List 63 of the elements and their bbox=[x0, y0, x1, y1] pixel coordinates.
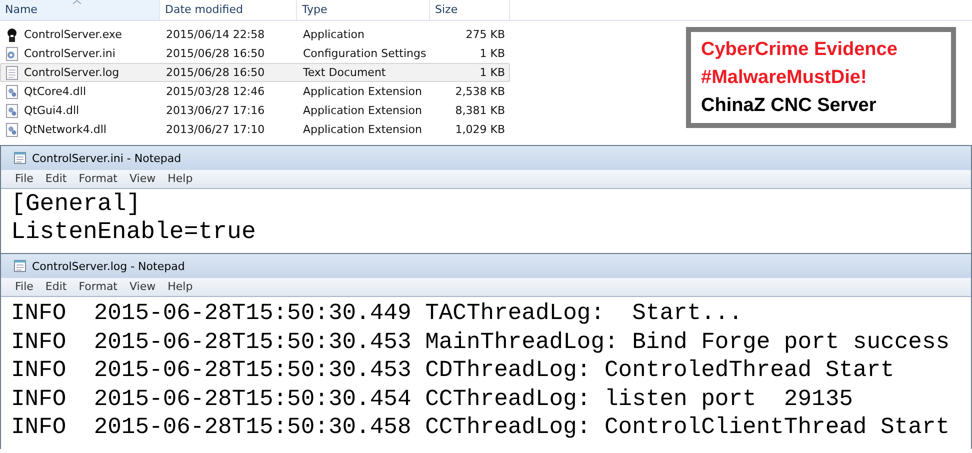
file-name: ControlServer.log bbox=[24, 66, 120, 79]
text-line: INFO 2015-06-28T15:50:30.453 MainThreadLog: Bind Forge port success bbox=[11, 328, 950, 356]
text-line: INFO 2015-06-28T15:50:30.458 CCThreadLog: ControlClientThread Start bbox=[11, 413, 950, 442]
file-row[interactable]: QtCore4.dll 2015/03/28 12:46 Application Extension 2,538 KB bbox=[0, 82, 510, 101]
gear-document-icon bbox=[4, 122, 20, 138]
text-line: ListenEnable=true bbox=[11, 219, 256, 247]
banner-text: #MalwareMustDie! bbox=[701, 66, 868, 90]
gear-document-icon bbox=[4, 84, 20, 100]
file-row[interactable]: ControlServer.ini 2015/06/28 16:50 Configuration Settings 1 KB bbox=[0, 44, 510, 63]
file-date: 2015/06/28 16:50 bbox=[165, 47, 266, 60]
window-title: ControlServer.log - Notepad bbox=[32, 260, 185, 272]
menu-item[interactable]: View bbox=[124, 278, 162, 296]
file-type: Application Extension bbox=[302, 85, 423, 98]
notepad-icon bbox=[13, 151, 27, 165]
menu-item[interactable]: Edit bbox=[39, 170, 73, 188]
file-type: Application bbox=[302, 28, 366, 41]
file-name: ControlServer.exe bbox=[24, 28, 122, 41]
file-date: 2015/03/28 12:46 bbox=[165, 85, 266, 98]
text-line: INFO 2015-06-28T15:50:30.453 CDThreadLog: ControledThread Start bbox=[11, 356, 894, 384]
file-date: 2013/06/27 17:16 bbox=[165, 104, 266, 117]
column-header[interactable]: Name bbox=[0, 0, 160, 20]
file-date: 2015/06/14 22:58 bbox=[165, 28, 266, 41]
text-line: INFO 2015-06-28T15:50:30.449 TACThreadLog: Start... bbox=[11, 299, 743, 328]
banner-text: CyberCrime Evidence bbox=[701, 38, 898, 62]
file-date: 2015/06/28 16:50 bbox=[165, 66, 266, 79]
file-row[interactable]: ControlServer.log 2015/06/28 16:50 Text Document 1 KB bbox=[0, 63, 510, 82]
menu-item[interactable]: Help bbox=[162, 278, 199, 296]
menu-item[interactable]: View bbox=[124, 170, 162, 188]
file-type: Configuration Settings bbox=[302, 47, 428, 60]
file-name: ControlServer.ini bbox=[24, 47, 116, 60]
file-size: 2,538 KB bbox=[454, 85, 506, 98]
text-line: INFO 2015-06-28T15:50:30.454 CCThreadLog: listen port 29135 bbox=[11, 384, 853, 413]
text-line: [General] bbox=[11, 191, 141, 219]
notepad-icon bbox=[13, 259, 27, 273]
banner-text: ChinaZ CNC Server bbox=[701, 94, 878, 118]
gear-document-icon bbox=[4, 102, 20, 118]
menu-item[interactable]: File bbox=[9, 278, 40, 296]
file-date: 2013/06/27 17:10 bbox=[165, 123, 266, 136]
file-size: 1,029 KB bbox=[454, 123, 506, 136]
menu-item[interactable]: Edit bbox=[39, 278, 73, 296]
file-type: Application Extension bbox=[302, 104, 423, 117]
column-header[interactable]: Date modified bbox=[160, 0, 297, 20]
file-row[interactable]: QtNetwork4.dll 2013/06/27 17:10 Application Extension 1,029 KB bbox=[0, 120, 510, 139]
file-name: QtNetwork4.dll bbox=[24, 123, 106, 136]
file-size: 8,381 KB bbox=[454, 104, 506, 117]
document-icon bbox=[4, 64, 20, 80]
file-size: 1 KB bbox=[478, 66, 506, 79]
gear-document-icon bbox=[4, 46, 20, 62]
file-type: Text Document bbox=[302, 66, 387, 79]
column-header[interactable]: Type bbox=[297, 0, 430, 20]
column-header[interactable]: Size bbox=[430, 0, 510, 20]
file-size: 1 KB bbox=[478, 47, 506, 60]
menu-item[interactable]: Help bbox=[162, 170, 199, 188]
file-row[interactable]: QtGui4.dll 2013/06/27 17:16 Application Extension 8,381 KB bbox=[0, 101, 510, 120]
file-name: QtCore4.dll bbox=[24, 85, 86, 98]
window-title: ControlServer.ini - Notepad bbox=[32, 152, 182, 164]
file-name: QtGui4.dll bbox=[24, 104, 80, 117]
file-row[interactable]: ControlServer.exe 2015/06/14 22:58 Application 275 KB bbox=[0, 25, 510, 44]
file-type: Application Extension bbox=[302, 123, 423, 136]
menu-item[interactable]: File bbox=[9, 170, 40, 188]
menu-item[interactable]: Format bbox=[72, 278, 124, 296]
file-size: 275 KB bbox=[464, 28, 506, 41]
menu-item[interactable]: Format bbox=[72, 170, 124, 188]
